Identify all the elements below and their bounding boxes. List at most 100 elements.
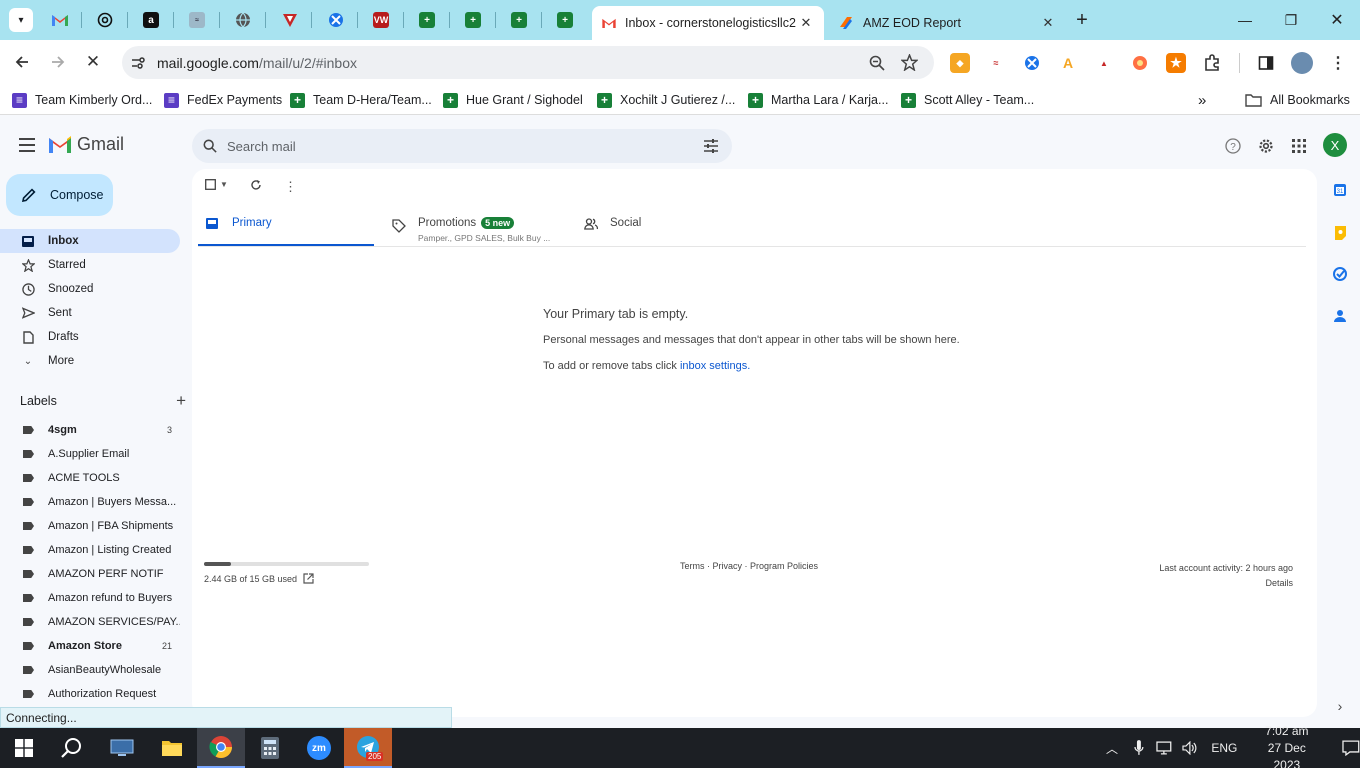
zoom-icon[interactable] [869, 55, 885, 71]
bookmark-item[interactable]: + Martha Lara / Karja... [748, 91, 888, 109]
bookmark-item[interactable]: + Team D-Hera/Team... [290, 91, 432, 109]
label-item[interactable]: Amazon | Listing Created [0, 538, 180, 562]
all-bookmarks-button[interactable]: All Bookmarks [1245, 91, 1350, 109]
label-item[interactable]: Amazon | FBA Shipments [0, 514, 180, 538]
star-icon[interactable] [901, 54, 918, 71]
close-tab-icon[interactable]: ✕ [1040, 15, 1056, 31]
pinned-tab-sheets-2[interactable]: + [456, 6, 490, 34]
refresh-button[interactable] [250, 179, 262, 191]
profile-avatar[interactable] [1291, 52, 1313, 74]
label-item[interactable]: 4sgm 3 [0, 418, 180, 442]
minimize-button[interactable]: — [1222, 0, 1268, 40]
keep-icon[interactable] [1331, 223, 1349, 241]
notifications-icon[interactable] [1342, 740, 1360, 756]
tab-primary[interactable]: Primary [198, 207, 374, 247]
browser-tab-amz-eod[interactable]: AMZ EOD Report ✕ [828, 6, 1066, 40]
volume-icon[interactable] [1181, 741, 1198, 755]
close-tab-icon[interactable]: ✕ [798, 15, 814, 31]
account-avatar[interactable]: X [1323, 133, 1347, 157]
network-icon[interactable] [1156, 741, 1172, 755]
label-item[interactable]: A.Supplier Email [0, 442, 180, 466]
settings-button[interactable] [1256, 136, 1276, 156]
nav-more[interactable]: ⌄ More [0, 349, 180, 373]
side-panel-icon[interactable] [1256, 53, 1276, 73]
select-checkbox[interactable]: ▼ [205, 179, 228, 190]
tab-search-button[interactable]: ▾ [4, 6, 38, 34]
label-item[interactable]: AMAZON SERVICES/PAY... [0, 610, 180, 634]
extensions-puzzle-icon[interactable] [1202, 53, 1222, 73]
compose-button[interactable]: Compose [6, 174, 113, 216]
extension-6-icon[interactable] [1130, 53, 1150, 73]
stop-loading-button[interactable]: ✕ [79, 48, 107, 76]
nav-sent[interactable]: Sent [0, 301, 180, 325]
bookmark-item[interactable]: ≡ FedEx Payments [164, 91, 282, 109]
taskbar-calculator[interactable] [246, 728, 294, 768]
footer-links[interactable]: Terms · Privacy · Program Policies [680, 561, 818, 571]
search-bar[interactable]: Search mail [192, 129, 732, 163]
open-in-new-icon[interactable] [303, 573, 314, 584]
taskbar-telegram[interactable]: 205 [344, 728, 392, 768]
label-item[interactable]: Amazon refund to Buyers [0, 586, 180, 610]
search-input[interactable]: Search mail [227, 139, 296, 154]
details-link[interactable]: Details [1159, 576, 1293, 591]
chevron-right-icon[interactable]: › [1331, 697, 1349, 715]
extension-1-icon[interactable]: ◆ [950, 53, 970, 73]
new-tab-button[interactable]: + [1065, 6, 1099, 34]
clock[interactable]: 7:02 am 27 Dec 2023 [1253, 723, 1320, 768]
nav-starred[interactable]: Starred [0, 253, 180, 277]
close-window-button[interactable]: ✕ [1314, 0, 1360, 40]
chevron-up-icon[interactable]: ︿ [1106, 740, 1118, 757]
pinned-tab-generic[interactable]: ≈ [180, 6, 214, 34]
more-bookmarks-button[interactable]: » [1198, 91, 1206, 109]
tab-social[interactable]: Social [584, 207, 754, 247]
main-menu-button[interactable] [12, 133, 42, 157]
calendar-icon[interactable]: 31 [1331, 181, 1349, 199]
microphone-icon[interactable] [1134, 740, 1144, 756]
create-label-plus-icon[interactable]: + [176, 391, 186, 411]
pinned-tab-globe[interactable] [226, 6, 260, 34]
gmail-logo[interactable]: Gmail [49, 134, 124, 155]
start-button[interactable] [0, 728, 48, 768]
label-item[interactable]: Authorization Request [0, 682, 180, 706]
label-item[interactable]: Amazon Store 21 [0, 634, 180, 658]
nav-drafts[interactable]: Drafts [0, 325, 180, 349]
browser-tab-gmail-inbox[interactable]: Inbox - cornerstonelogisticsllc2 ✕ [592, 6, 824, 40]
restore-button[interactable]: ❐ [1268, 0, 1314, 40]
label-item[interactable]: Amazon | Buyers Messa... [0, 490, 180, 514]
contacts-icon[interactable] [1331, 307, 1349, 325]
address-bar[interactable]: mail.google.com/mail/u/2/#inbox [122, 46, 934, 79]
pinned-tab-gmail[interactable] [43, 6, 77, 34]
search-options-icon[interactable] [703, 139, 719, 153]
extension-5-icon[interactable]: ▲ [1094, 53, 1114, 73]
tasks-icon[interactable] [1331, 265, 1349, 283]
taskbar-search-button[interactable] [48, 728, 96, 768]
help-button[interactable]: ? [1223, 136, 1243, 156]
site-settings-icon[interactable] [130, 55, 146, 71]
pinned-tab-chatgpt[interactable] [88, 6, 122, 34]
taskbar-file-explorer[interactable] [148, 728, 196, 768]
apps-button[interactable] [1289, 136, 1309, 156]
bookmark-item[interactable]: + Hue Grant / Sighodel [443, 91, 583, 109]
pinned-tab-web[interactable] [319, 6, 353, 34]
inbox-settings-link[interactable]: inbox settings. [680, 360, 750, 372]
taskbar-desktop-app[interactable] [98, 728, 146, 768]
pinned-tab-sheets-1[interactable]: + [410, 6, 444, 34]
search-icon[interactable] [203, 139, 217, 153]
label-item[interactable]: AsianBeautyWholesale [0, 658, 180, 682]
forward-button[interactable] [44, 48, 72, 76]
extension-3-icon[interactable] [1022, 53, 1042, 73]
taskbar-chrome[interactable] [197, 728, 245, 768]
pinned-tab-sheets-3[interactable]: + [502, 6, 536, 34]
chrome-menu-icon[interactable]: ⋮ [1328, 53, 1348, 73]
pinned-tab-vw[interactable]: VW [364, 6, 398, 34]
extension-4-icon[interactable]: A [1058, 53, 1078, 73]
label-item[interactable]: AMAZON PERF NOTIF [0, 562, 180, 586]
pinned-tab-sheets-4[interactable]: + [548, 6, 582, 34]
nav-inbox[interactable]: Inbox [0, 229, 180, 253]
back-button[interactable] [8, 48, 36, 76]
extension-2-icon[interactable]: ≈ [986, 53, 1006, 73]
label-item[interactable]: ACME TOOLS [0, 466, 180, 490]
extension-7-icon[interactable]: ★ [1166, 53, 1186, 73]
pinned-tab-shield[interactable] [273, 6, 307, 34]
more-options-button[interactable]: ⋮ [284, 179, 297, 195]
